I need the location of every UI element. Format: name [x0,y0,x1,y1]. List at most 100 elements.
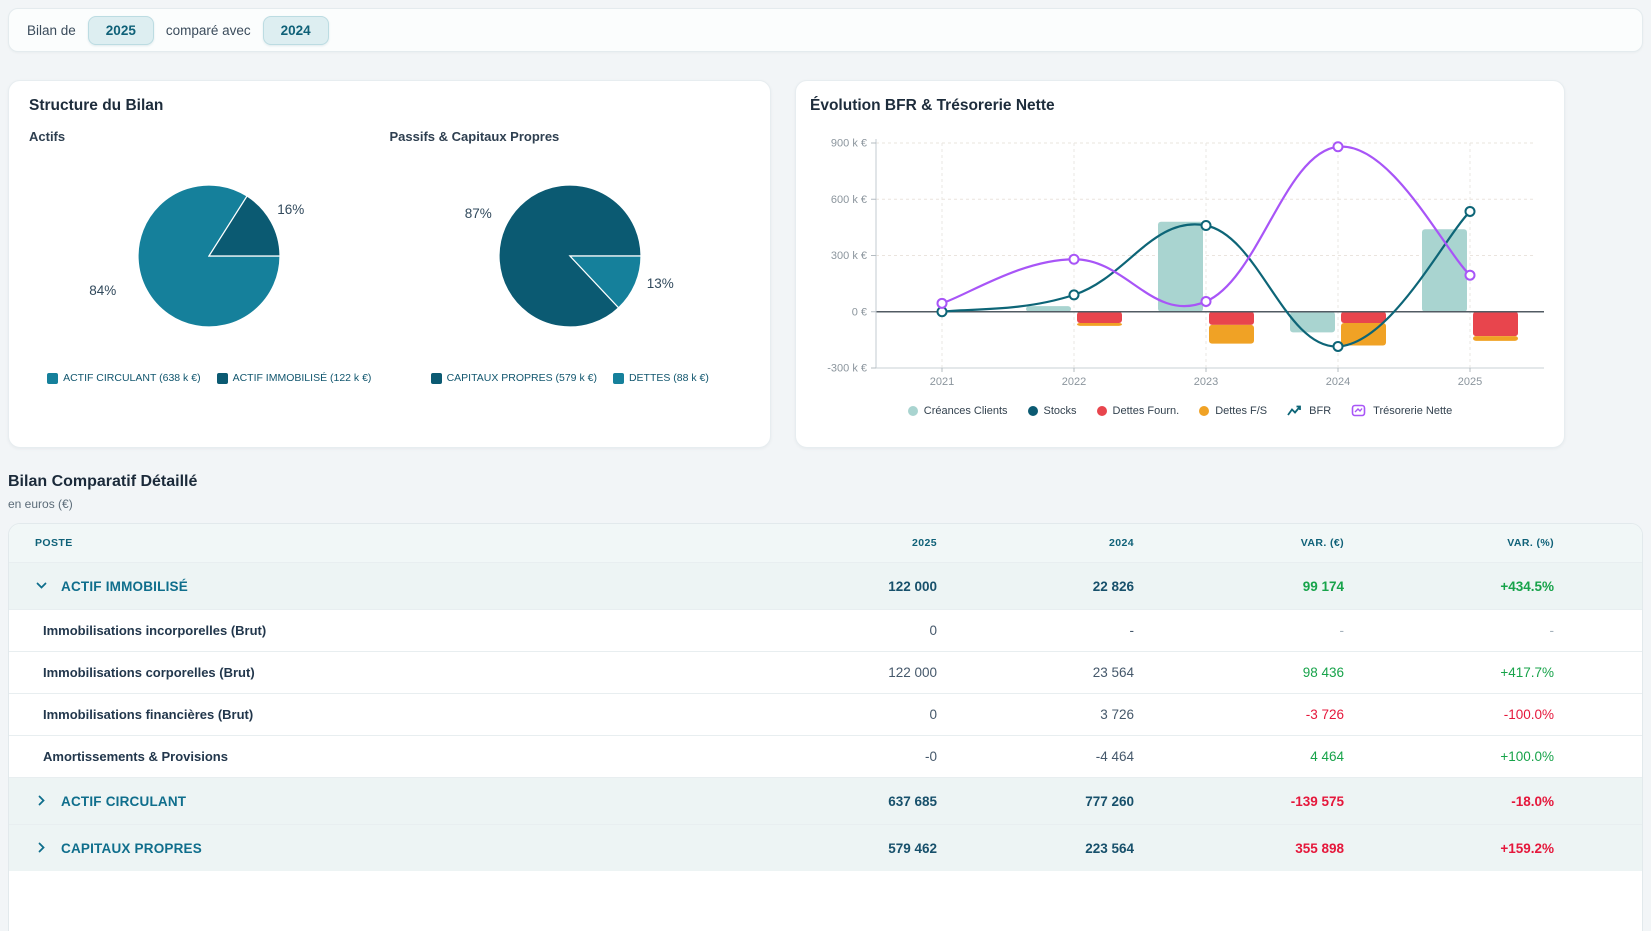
var-eur-cell: 355 898 [1134,841,1344,856]
var-eur-cell: 99 174 [1134,579,1344,594]
pie-legend-item[interactable]: ACTIF CIRCULANT (638 k €) [47,372,201,384]
var-eur-cell: -139 575 [1134,794,1344,809]
legend-label: DETTES (88 k €) [629,372,709,384]
chart-legend-item[interactable]: Stocks [1028,404,1077,417]
table-row: Immobilisations financières (Brut)03 726… [9,693,1642,735]
poste-label: ACTIF IMMOBILISÉ [61,579,188,594]
legend-label: Dettes F/S [1215,405,1267,417]
table-row[interactable]: ACTIF CIRCULANT637 685777 260-139 575-18… [9,777,1642,824]
passifs-small-slice-label: 13% [647,276,674,291]
svg-text:-300 k €: -300 k € [827,363,867,375]
v2025-cell: 0 [737,707,937,722]
var-pct-cell: +100.0% [1344,749,1554,764]
legend-label: ACTIF IMMOBILISÉ (122 k €) [233,372,372,384]
chevron-right-icon [35,841,49,855]
table-subtitle: en euros (€) [8,497,1643,511]
poste-cell: Amortissements & Provisions [9,749,737,764]
chart-frame-icon [1351,404,1367,417]
column-header-2024: 2024 [937,537,1134,549]
chart-legend-item[interactable]: Créances Clients [908,404,1008,417]
column-header-poste: POSTE [9,537,737,549]
poste-cell: Immobilisations incorporelles (Brut) [9,623,737,638]
svg-text:2022: 2022 [1062,376,1086,388]
evolution-card-title: Évolution BFR & Trésorerie Nette [810,97,1550,115]
legend-swatch-icon [217,373,228,384]
bfr-chart-legend: Créances Clients Stocks Dettes Fourn. Dette… [810,404,1550,417]
poste-cell: Immobilisations financières (Brut) [9,707,737,722]
poste-cell: Immobilisations corporelles (Brut) [9,665,737,680]
chart-legend-item[interactable]: Dettes Fourn. [1097,404,1180,417]
legend-label: Créances Clients [924,405,1008,417]
actifs-small-slice-label: 16% [277,202,304,217]
poste-cell: ACTIF IMMOBILISÉ [9,579,737,594]
period-prefix-label: Bilan de [27,23,76,38]
legend-label: Trésorerie Nette [1373,405,1452,417]
var-pct-cell: -100.0% [1344,707,1554,722]
v2025-cell: 122 000 [737,665,937,680]
pie-legend-item[interactable]: ACTIF IMMOBILISÉ (122 k €) [217,372,372,384]
period-selector-bar: Bilan de 2025 comparé avec 2024 [8,8,1643,52]
table-header-row: POSTE 2025 2024 VAR. (€) VAR. (%) [9,524,1642,562]
v2024-cell: 223 564 [937,841,1134,856]
svg-text:900 k €: 900 k € [831,138,867,150]
pie-legend-item[interactable]: CAPITAUX PROPRES (579 k €) [431,372,597,384]
v2024-cell: 22 826 [937,579,1134,594]
v2024-cell: 777 260 [937,794,1134,809]
compare-year-button[interactable]: 2024 [263,16,329,45]
actifs-large-slice-label: 84% [89,283,116,298]
structure-card-title: Structure du Bilan [29,97,750,115]
column-header-2025: 2025 [737,537,937,549]
pie-legend-item[interactable]: DETTES (88 k €) [613,372,709,384]
actifs-pie-panel: Actifs 84% 16% ACTIF CIRCULANT (638 k €)… [29,129,390,384]
var-eur-cell: -3 726 [1134,707,1344,722]
poste-label: CAPITAUX PROPRES [61,841,202,856]
passifs-large-slice-label: 87% [465,206,492,221]
svg-text:300 k €: 300 k € [831,250,867,262]
poste-cell: CAPITAUX PROPRES [9,841,737,856]
table-row: Amortissements & Provisions-0-4 4644 464… [9,735,1642,777]
chevron-down-icon [35,579,49,593]
trend-line-icon [1287,404,1303,417]
legend-label: BFR [1309,405,1331,417]
poste-label: Immobilisations corporelles (Brut) [43,665,255,680]
passifs-pie-chart [490,176,650,336]
poste-label: ACTIF CIRCULANT [61,794,186,809]
actifs-pie-legend: ACTIF CIRCULANT (638 k €) ACTIF IMMOBILIS… [29,372,390,384]
passifs-pie-panel: Passifs & Capitaux Propres 87% 13% CAPIT… [390,129,751,384]
legend-dot-icon [1199,406,1209,416]
svg-text:2023: 2023 [1194,376,1218,388]
legend-label: CAPITAUX PROPRES (579 k €) [447,372,597,384]
column-header-var-eur: VAR. (€) [1134,537,1344,549]
legend-swatch-icon [47,373,58,384]
structure-bilan-card: Structure du Bilan Actifs 84% 16% ACTIF … [8,80,771,448]
chart-legend-item[interactable]: BFR [1287,404,1331,417]
var-pct-cell: +434.5% [1344,579,1554,594]
compare-with-label: comparé avec [166,23,251,38]
var-pct-cell: -18.0% [1344,794,1554,809]
legend-label: Dettes Fourn. [1113,405,1180,417]
table-title: Bilan Comparatif Détaillé [8,473,1643,491]
legend-dot-icon [1028,406,1038,416]
bilan-comparatif-table: POSTE 2025 2024 VAR. (€) VAR. (%) ACTIF … [8,523,1643,931]
table-row: Immobilisations incorporelles (Brut)0--- [9,609,1642,651]
v2025-cell: 579 462 [737,841,937,856]
chevron-right-icon [35,794,49,808]
var-eur-cell: - [1134,623,1344,638]
table-row[interactable]: CAPITAUX PROPRES 579 462223 564355 898+15… [9,824,1642,871]
var-pct-cell: - [1344,623,1554,638]
bfr-tresorerie-chart: 900 k €600 k €300 k €0 €-300 k €20212022… [810,121,1550,393]
var-pct-cell: +159.2% [1344,841,1554,856]
legend-swatch-icon [613,373,624,384]
v2024-cell: 23 564 [937,665,1134,680]
var-pct-cell: +417.7% [1344,665,1554,680]
primary-year-button[interactable]: 2025 [88,16,154,45]
actifs-subtitle: Actifs [29,129,390,144]
chart-legend-item[interactable]: Trésorerie Nette [1351,404,1452,417]
svg-text:0 €: 0 € [852,306,867,318]
legend-dot-icon [1097,406,1107,416]
table-row[interactable]: ACTIF IMMOBILISÉ122 00022 82699 174+434.… [9,562,1642,609]
chart-legend-item[interactable]: Dettes F/S [1199,404,1267,417]
var-eur-cell: 4 464 [1134,749,1344,764]
evolution-bfr-card: Évolution BFR & Trésorerie Nette 900 k €… [795,80,1565,448]
var-eur-cell: 98 436 [1134,665,1344,680]
